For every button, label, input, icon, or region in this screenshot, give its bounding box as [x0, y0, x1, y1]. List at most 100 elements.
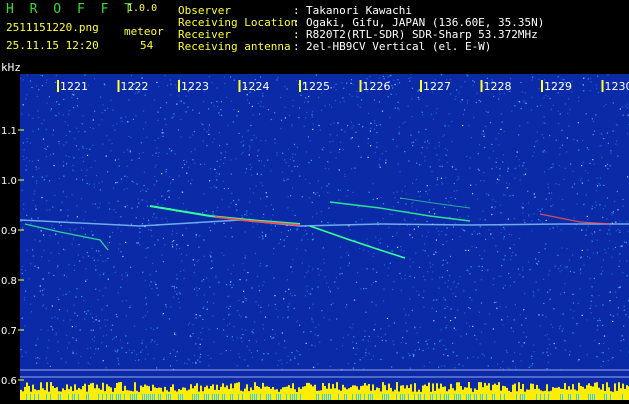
noise-dot — [26, 94, 27, 95]
noise-dot — [166, 171, 167, 172]
noise-dot — [580, 180, 581, 181]
noise-dot — [507, 352, 508, 353]
noise-dot — [200, 332, 201, 333]
noise-dot — [580, 270, 581, 271]
noise-dot — [540, 105, 541, 106]
noise-dot — [212, 82, 213, 83]
noise-dot — [550, 354, 551, 355]
noise-dot — [548, 187, 549, 188]
noise-dot — [280, 360, 281, 361]
noise-dot — [371, 359, 372, 360]
noise-dot — [323, 247, 324, 248]
noise-dot — [445, 234, 446, 235]
level-bar-base — [378, 394, 379, 400]
noise-dot — [214, 341, 215, 342]
noise-dot — [170, 365, 171, 366]
noise-dot — [271, 204, 272, 205]
noise-dot — [154, 341, 155, 342]
noise-dot — [558, 76, 559, 77]
noise-dot — [273, 337, 274, 338]
noise-dot — [413, 354, 414, 355]
level-bar-base — [456, 394, 457, 400]
noise-dot — [460, 276, 461, 277]
noise-dot — [600, 177, 601, 178]
noise-dot — [22, 228, 23, 229]
noise-dot — [580, 257, 581, 258]
noise-dot — [194, 163, 195, 164]
noise-dot — [295, 215, 296, 216]
noise-dot — [477, 233, 478, 234]
noise-dot — [332, 141, 333, 142]
noise-dot — [94, 184, 95, 185]
noise-dot — [131, 208, 132, 209]
noise-dot — [315, 334, 316, 335]
noise-dot — [473, 356, 474, 357]
noise-dot — [364, 330, 365, 331]
noise-dot — [375, 152, 376, 153]
noise-dot — [308, 162, 309, 163]
noise-dot — [107, 108, 108, 109]
noise-dot — [320, 270, 321, 271]
noise-dot — [596, 88, 597, 89]
noise-dot — [156, 165, 157, 166]
noise-dot — [355, 132, 356, 133]
noise-dot — [191, 151, 192, 152]
noise-dot — [146, 201, 147, 202]
noise-dot — [230, 281, 231, 282]
noise-dot — [318, 274, 319, 275]
noise-dot — [74, 229, 75, 230]
level-bar-base — [624, 394, 625, 400]
noise-dot — [233, 340, 234, 341]
noise-dot — [463, 114, 464, 115]
noise-dot — [412, 206, 413, 207]
noise-dot — [388, 325, 389, 326]
noise-dot — [613, 212, 614, 213]
noise-dot — [303, 332, 304, 333]
noise-dot — [453, 352, 454, 353]
noise-dot — [594, 130, 595, 131]
noise-dot — [462, 365, 463, 366]
level-bar-base — [206, 394, 207, 400]
noise-dot — [138, 202, 139, 203]
noise-dot — [501, 232, 502, 233]
noise-dot — [81, 198, 82, 199]
noise-dot — [103, 360, 104, 361]
noise-dot — [590, 278, 591, 279]
noise-dot — [276, 309, 277, 310]
noise-dot — [573, 171, 574, 172]
noise-dot — [361, 157, 362, 158]
level-bar-base — [200, 394, 201, 400]
noise-dot — [180, 271, 181, 272]
noise-dot — [282, 172, 283, 173]
noise-dot — [63, 114, 64, 115]
noise-dot — [285, 291, 286, 292]
noise-dot — [106, 135, 107, 136]
noise-dot — [583, 84, 584, 85]
noise-dot — [63, 191, 64, 192]
noise-dot — [288, 230, 289, 231]
noise-dot — [473, 117, 474, 118]
noise-dot — [604, 106, 605, 107]
noise-dot — [431, 114, 432, 115]
noise-dot — [131, 160, 132, 161]
noise-dot — [174, 291, 175, 292]
noise-dot — [176, 287, 177, 288]
noise-dot — [137, 206, 138, 207]
noise-dot — [577, 193, 578, 194]
noise-dot — [476, 102, 477, 103]
noise-dot — [470, 297, 471, 298]
noise-dot — [76, 128, 77, 129]
noise-dot — [330, 291, 331, 292]
level-bar-base — [74, 394, 75, 400]
level-bar-base — [430, 394, 431, 400]
noise-dot — [346, 83, 347, 84]
noise-dot — [620, 350, 621, 351]
noise-dot — [391, 85, 392, 86]
noise-dot — [479, 144, 480, 145]
noise-dot — [163, 313, 164, 314]
level-bar-base — [434, 394, 435, 400]
noise-dot — [321, 310, 322, 311]
noise-dot — [428, 348, 429, 349]
noise-dot — [253, 226, 254, 227]
noise-dot — [496, 162, 497, 163]
